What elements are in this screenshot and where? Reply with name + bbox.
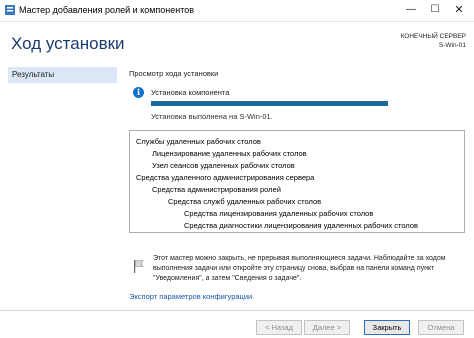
maximize-button[interactable]: ☐: [427, 3, 443, 17]
back-button[interactable]: < Назад: [256, 320, 302, 335]
section-title: Просмотр хода установки: [129, 69, 219, 78]
status-label: Установка компонента: [151, 88, 230, 97]
wizard-sidebar: Результаты: [0, 64, 122, 310]
progress-bar: [151, 101, 388, 106]
results-list[interactable]: Службы удаленных рабочих столов Лицензир…: [129, 130, 465, 233]
result-row: Средства удаленного администрирования се…: [136, 173, 315, 182]
sidebar-item-results[interactable]: Результаты: [8, 67, 117, 83]
export-settings-link[interactable]: Экспорт параметров конфигурации: [129, 292, 252, 301]
close-button[interactable]: Закрыть: [364, 320, 410, 335]
flag-icon: [134, 260, 144, 273]
result-row: Лицензирование удаленных рабочих столов: [152, 149, 307, 158]
server-manager-icon: [5, 5, 15, 15]
info-icon: i: [133, 87, 144, 98]
info-note: Этот мастер можно закрыть, не прерывая в…: [153, 255, 446, 282]
title-bar: Мастер добавления ролей и компонентов — …: [0, 0, 474, 22]
result-row: Узел сеансов удаленных рабочих столов: [152, 161, 295, 170]
progress-fill: [151, 101, 388, 106]
close-window-button[interactable]: ✕: [451, 3, 467, 17]
minimize-button[interactable]: —: [403, 3, 419, 17]
destination-server: КОНЕЧНЫЙ СЕРВЕР S-Win-01: [401, 32, 466, 50]
destination-server-name: S-Win-01: [438, 42, 466, 49]
page-title: Ход установки: [11, 34, 125, 53]
window-title: Мастер добавления ролей и компонентов: [19, 5, 195, 15]
result-row: Средства лицензирования удаленных рабочи…: [184, 209, 374, 218]
result-row: Службы удаленных рабочих столов: [136, 137, 261, 146]
cancel-button[interactable]: Отмена: [418, 320, 464, 335]
result-row: Средства администрирования ролей: [152, 185, 281, 194]
wizard-footer: < Назад Далее > Закрыть Отмена: [0, 310, 474, 338]
main-content: Просмотр хода установки i Установка комп…: [123, 64, 474, 310]
result-row: Средства диагностики лицензирования удал…: [184, 221, 419, 230]
wizard-header: Ход установки КОНЕЧНЫЙ СЕРВЕР S-Win-01: [0, 22, 474, 64]
destination-server-caption: КОНЕЧНЫЙ СЕРВЕР: [400, 33, 466, 40]
status-message: Установка выполнена на S-Win-01.: [151, 112, 273, 121]
next-button[interactable]: Далее >: [304, 320, 350, 335]
result-row: Средства служб удаленных рабочих столов: [168, 197, 322, 206]
